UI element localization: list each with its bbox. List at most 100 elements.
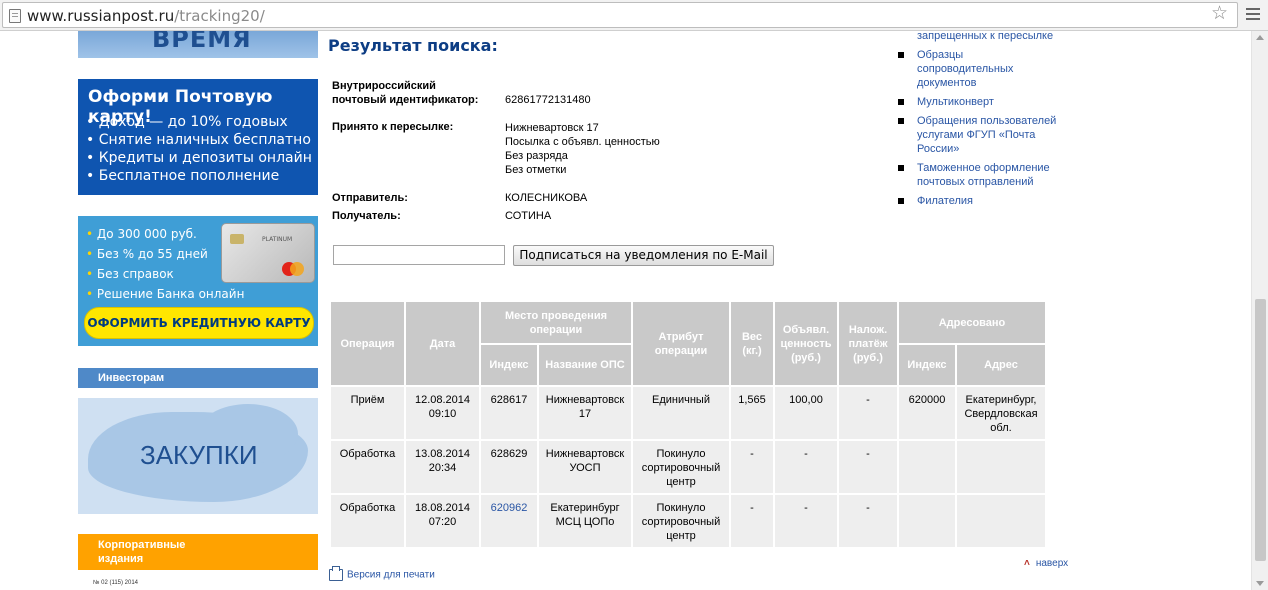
cell-date: 18.08.2014 07:20	[406, 495, 479, 547]
cell-ops-name: Нижневартовск УОСП	[539, 441, 631, 493]
cell-ops-name: Екатеринбург МСЦ ЦОПо	[539, 495, 631, 547]
credit-card-banner[interactable]: До 300 000 руб. Без % до 55 дней Без спр…	[78, 216, 318, 346]
postal-card-list: Доход — до 10% годовых Снятие наличных б…	[86, 113, 312, 185]
nav-item-customs[interactable]: Таможенное оформление почтовых отправлени…	[898, 161, 1073, 189]
nav-item-multienvelope[interactable]: Мультиконверт	[898, 95, 1073, 109]
th-place: Место проведения операции	[481, 302, 631, 343]
cell-index: 628629	[481, 441, 537, 493]
back-to-top-label: наверх	[1035, 558, 1069, 569]
card-chip-icon	[230, 234, 244, 244]
postal-card-item: Снятие наличных бесплатно	[86, 131, 312, 149]
th-index: Индекс	[481, 345, 537, 385]
th-address: Адрес	[957, 345, 1045, 385]
cell-addr-index	[899, 495, 955, 547]
nav-item-label: документов	[917, 77, 977, 89]
cell-index: 628617	[481, 387, 537, 439]
url-text[interactable]: www.russianpost.ru/tracking20/	[27, 7, 265, 25]
attribute-line: сортировочный	[641, 516, 721, 528]
nav-item-label: почтовых отправлений	[917, 176, 1034, 188]
ops-line: МСЦ ЦОПо	[555, 516, 615, 528]
cell-declared-value: -	[775, 495, 837, 547]
nav-item-philately[interactable]: Филателия	[898, 194, 1073, 208]
procurement-banner[interactable]: ЗАКУПКИ	[78, 398, 318, 514]
corporate-line: Корпоративные	[98, 539, 186, 551]
page-scrollbar[interactable]	[1251, 31, 1268, 590]
cell-cod: -	[839, 387, 897, 439]
postal-card-banner[interactable]: Оформи Почтовую карту! Доход — до 10% го…	[78, 79, 318, 195]
credit-card-item: Решение Банка онлайн	[86, 284, 245, 304]
subscribe-email-button[interactable]: Подписаться на уведомления по E-Mail	[513, 245, 774, 266]
nav-item-document-samples[interactable]: Образцы сопроводительных документов	[898, 48, 1073, 90]
browser-menu-icon[interactable]	[1246, 8, 1260, 21]
corporate-publications-link[interactable]: Корпоративные издания	[78, 534, 318, 570]
th-operation: Операция	[331, 302, 404, 385]
address-line: обл.	[990, 422, 1012, 434]
nav-item-label: Образцы	[917, 49, 964, 61]
th-declared-value: Объявл. ценность (руб.)	[775, 302, 837, 385]
time-line: 07:20	[428, 516, 457, 528]
print-version-link[interactable]: Версия для печати	[329, 566, 435, 581]
bullet-icon	[898, 118, 904, 124]
card-platinum-label: PLATINUM	[262, 236, 293, 243]
th-date: Дата	[406, 302, 479, 385]
procurement-text: ЗАКУПКИ	[140, 440, 258, 470]
cell-weight: -	[731, 495, 773, 547]
corporate-line: издания	[98, 553, 144, 565]
nav-item-label: Обращения пользователей	[917, 115, 1057, 127]
date-line: 12.08.2014	[414, 394, 471, 406]
ops-line: Нижневартовск	[545, 394, 625, 406]
identifier-label: Внутрироссийский почтовый идентификатор:	[332, 79, 478, 107]
accepted-value-line: Без разряда	[505, 150, 568, 162]
printer-icon	[329, 566, 343, 581]
url-domain: www.russianpost.ru	[27, 7, 175, 25]
page-title: Результат поиска:	[328, 36, 498, 55]
accepted-label: Принято к пересылке:	[332, 121, 454, 133]
browser-toolbar: www.russianpost.ru/tracking20/ ☆	[0, 0, 1268, 31]
attribute-line: сортировочный	[641, 462, 721, 474]
nav-item-label: Филателия	[917, 195, 973, 207]
investors-link[interactable]: Инвесторам	[78, 368, 318, 388]
bookmark-star-icon[interactable]: ☆	[1211, 2, 1228, 25]
nav-item-prohibited[interactable]: запрещенных к пересылке	[898, 29, 1073, 43]
sender-value: КОЛЕСНИКОВА	[505, 192, 588, 204]
accepted-value-line: Без отметки	[505, 164, 567, 176]
scroll-thumb[interactable]	[1255, 299, 1266, 561]
time-banner-text: ВРЕМЯ	[152, 31, 252, 53]
apply-credit-card-button[interactable]: ОФОРМИТЬ КРЕДИТНУЮ КАРТУ	[84, 307, 314, 339]
recipient-value: СОТИНА	[505, 210, 552, 222]
url-path: /tracking20/	[174, 7, 265, 25]
time-line: 20:34	[428, 462, 457, 474]
nav-item-label: запрещенных к пересылке	[917, 30, 1054, 42]
th-ops-name: Название ОПС	[539, 345, 631, 385]
th-addressed: Адресовано	[899, 302, 1045, 343]
cell-address	[957, 495, 1045, 547]
print-version-label: Версия для печати	[347, 569, 435, 581]
cell-addr-index	[899, 441, 955, 493]
nav-item-user-appeals[interactable]: Обращения пользователей услугами ФГУП «По…	[898, 114, 1073, 156]
index-link[interactable]: 620962	[491, 502, 528, 514]
sender-label: Отправитель:	[332, 192, 408, 204]
cell-index: 620962	[481, 495, 537, 547]
cell-date: 12.08.2014 09:10	[406, 387, 479, 439]
th-cod: Налож. платёж (руб.)	[839, 302, 897, 385]
email-input[interactable]	[333, 245, 505, 265]
accepted-value-line: Нижневартовск 17	[505, 122, 599, 134]
cell-addr-index: 620000	[899, 387, 955, 439]
back-to-top-link[interactable]: ˄ наверх	[1024, 558, 1068, 569]
address-line: Екатеринбург,	[965, 394, 1037, 406]
cell-declared-value: 100,00	[775, 387, 837, 439]
time-banner[interactable]: ВРЕМЯ	[78, 31, 318, 58]
cell-declared-value: -	[775, 441, 837, 493]
ops-line: 17	[578, 408, 592, 420]
cell-address: Екатеринбург, Свердловская обл.	[957, 387, 1045, 439]
recipient-label: Получатель:	[332, 210, 401, 222]
address-bar[interactable]: www.russianpost.ru/tracking20/	[2, 2, 1238, 28]
scroll-down-arrow-icon[interactable]	[1256, 581, 1264, 586]
nav-item-label: услугами ФГУП «Почта	[917, 129, 1036, 141]
cell-ops-name: Нижневартовск 17	[539, 387, 631, 439]
th-weight: Вес (кг.)	[731, 302, 773, 385]
scroll-up-arrow-icon[interactable]	[1256, 35, 1264, 40]
time-line: 09:10	[428, 408, 457, 420]
nav-item-label: Мультиконверт	[917, 96, 994, 108]
attribute-line: Покинуло	[656, 502, 706, 514]
